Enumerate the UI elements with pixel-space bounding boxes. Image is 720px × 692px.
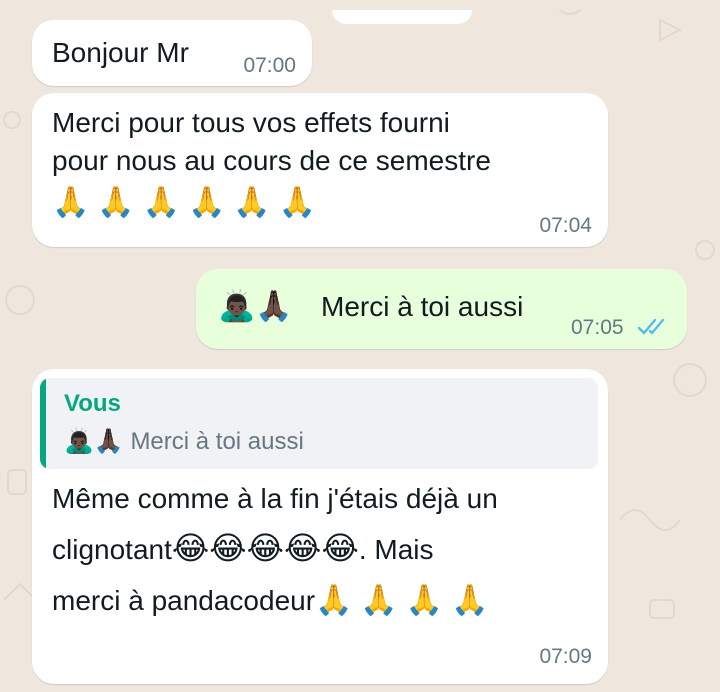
message-bubble-incoming[interactable]: Bonjour Mr 07:00 — [32, 10, 472, 86]
double-check-icon — [637, 318, 665, 335]
message-timestamp: 07:04 — [539, 214, 592, 237]
message-text-segment: merci à pandacodeur — [52, 585, 316, 616]
message-bubble-incoming-reply[interactable]: Vous 🙇🏿‍♂️🙏🏿 Merci à toi aussi Même comm… — [32, 369, 608, 684]
message-text: Bonjour Mr — [52, 37, 189, 68]
folded-hands-emojis: 🙏🙏🙏🙏🙏🙏 — [52, 185, 325, 220]
message-text-line: Même comme à la fin j'étais déjà un — [52, 483, 498, 514]
quoted-message[interactable]: Vous 🙇🏿‍♂️🙏🏿 Merci à toi aussi — [40, 378, 598, 469]
message-timestamp: 07:09 — [539, 645, 592, 668]
quoted-emojis: 🙇🏿‍♂️🙏🏿 — [64, 427, 124, 455]
chat-screen: { "messages": { "m1": { "text": "Bonjour… — [0, 0, 720, 692]
bowing-and-praying-emojis: 🙇🏿‍♂️🙏🏿 — [218, 289, 293, 324]
message-text-line: merci à pandacodeur🙏🙏🙏🙏 — [52, 583, 496, 619]
message-text-segment: clignotant — [52, 534, 172, 565]
message-text-line: clignotant😂😂😂😂😂. Mais — [52, 530, 434, 568]
quoted-text: 🙇🏿‍♂️🙏🏿 Merci à toi aussi — [64, 427, 304, 456]
folded-hands-emojis: 🙏🙏🙏🙏 — [315, 583, 497, 618]
message-text-line: pour nous au cours de ce semestre — [52, 145, 491, 176]
quoted-author: Vous — [64, 390, 121, 417]
laughing-emojis: 😂😂😂😂😂 — [171, 529, 359, 567]
quoted-message-text: Merci à toi aussi — [130, 428, 304, 455]
message-bubble-incoming[interactable]: Merci pour tous vos effets fourni pour n… — [32, 93, 608, 247]
message-text: Merci à toi aussi — [321, 291, 524, 322]
quote-accent-bar — [40, 378, 46, 469]
message-timestamp: 07:05 — [571, 316, 624, 339]
message-text-line: Merci pour tous vos effets fourni — [52, 107, 450, 138]
message-timestamp: 07:00 — [243, 54, 296, 77]
message-bubble-outgoing[interactable]: 🙇🏿‍♂️🙏🏿 Merci à toi aussi 07:05 — [196, 269, 687, 349]
message-text-segment: . Mais — [358, 534, 434, 565]
previous-message-edge — [332, 10, 472, 24]
